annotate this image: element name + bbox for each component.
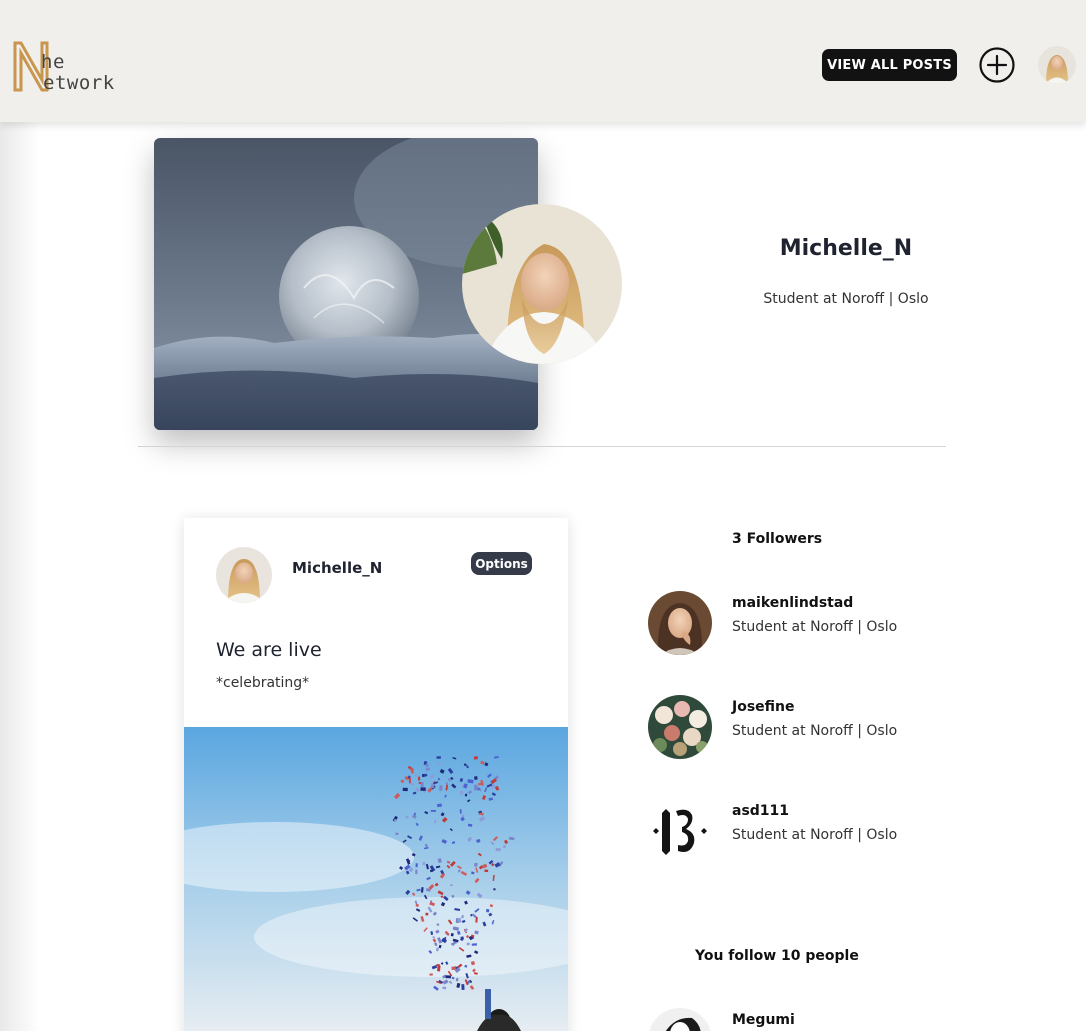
following-name[interactable]: Megumi xyxy=(732,1012,795,1028)
post-options-button[interactable]: Options xyxy=(471,552,532,575)
post-title: We are live xyxy=(216,639,322,661)
follower-bio: Student at Noroff | Oslo xyxy=(732,723,898,739)
profile-bio: Student at Noroff | Oslo xyxy=(763,291,929,307)
post-author-avatar[interactable] xyxy=(216,547,272,603)
logo-text-bottom: etwork xyxy=(43,72,115,94)
post-author-name[interactable]: Michelle_N xyxy=(292,559,382,577)
site-logo[interactable]: he etwork xyxy=(12,40,132,96)
following-avatar[interactable] xyxy=(648,1008,712,1031)
plus-circle-icon xyxy=(979,47,1015,83)
add-post-button[interactable] xyxy=(979,47,1015,83)
follower-bio: Student at Noroff | Oslo xyxy=(732,827,898,843)
post-card[interactable]: Michelle_N Options We are live *celebrat… xyxy=(184,518,568,1031)
follower-item[interactable]: asd111 Student at Noroff | Oslo xyxy=(648,799,948,865)
profile-avatar xyxy=(462,204,622,364)
follower-name[interactable]: Josefine xyxy=(732,699,795,715)
view-all-posts-button[interactable]: VIEW ALL POSTS xyxy=(822,49,957,81)
follower-avatar[interactable] xyxy=(648,591,712,655)
following-item[interactable]: Megumi xyxy=(648,1008,948,1031)
following-heading: You follow 10 people xyxy=(695,948,859,964)
post-image xyxy=(184,727,568,1031)
profile-name: Michelle_N xyxy=(779,236,913,261)
nav-user-avatar[interactable] xyxy=(1038,46,1076,84)
avatar-image xyxy=(1038,46,1076,84)
follower-item[interactable]: maikenlindstad Student at Noroff | Oslo xyxy=(648,591,948,657)
follower-name[interactable]: asd111 xyxy=(732,803,789,819)
page-shade xyxy=(0,0,40,1031)
post-body: *celebrating* xyxy=(216,675,310,691)
section-divider xyxy=(138,446,946,447)
follower-bio: Student at Noroff | Oslo xyxy=(732,619,898,635)
follower-name[interactable]: maikenlindstad xyxy=(732,595,853,611)
follower-avatar[interactable] xyxy=(648,799,712,863)
followers-heading: 3 Followers xyxy=(732,531,823,547)
top-navbar: he etwork VIEW ALL POSTS xyxy=(0,0,1086,122)
follower-avatar[interactable] xyxy=(648,695,712,759)
follower-item[interactable]: Josefine Student at Noroff | Oslo xyxy=(648,695,948,761)
logo-text-top: he xyxy=(41,51,65,73)
